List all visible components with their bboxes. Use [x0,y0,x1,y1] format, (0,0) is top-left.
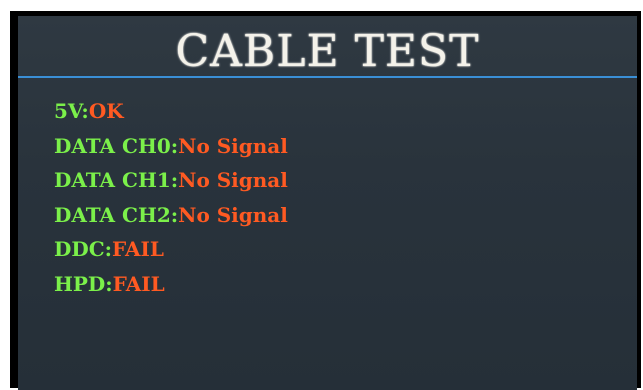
result-list: 5V:OK DATA CH0:No Signal DATA CH1:No Sig… [54,94,288,301]
result-row-data-ch2: DATA CH2:No Signal [54,198,288,233]
result-row-ddc: DDC:FAIL [54,232,288,267]
result-value: No Signal [178,133,288,158]
result-row-data-ch1: DATA CH1:No Signal [54,163,288,198]
lcd-screen: CABLE TEST 5V:OK DATA CH0:No Signal DATA… [18,16,637,390]
result-value: OK [88,99,124,123]
title-divider [18,76,637,78]
device-bezel: CABLE TEST 5V:OK DATA CH0:No Signal DATA… [0,0,643,390]
result-label: DATA CH2: [54,202,179,227]
result-label: DATA CH0: [54,133,179,158]
result-label: HPD: [54,271,113,296]
result-row-data-ch0: DATA CH0:No Signal [54,129,288,164]
result-value: FAIL [112,271,165,296]
result-value: FAIL [112,237,164,261]
screen-title: CABLE TEST [175,26,480,77]
result-label: DDC: [54,237,112,261]
result-label: DATA CH1: [54,168,179,192]
result-label: 5V: [54,99,89,123]
result-row-hpd: HPD:FAIL [54,267,288,302]
result-value: No Signal [178,168,288,192]
result-value: No Signal [178,202,288,227]
result-row-5v: 5V:OK [54,94,288,129]
